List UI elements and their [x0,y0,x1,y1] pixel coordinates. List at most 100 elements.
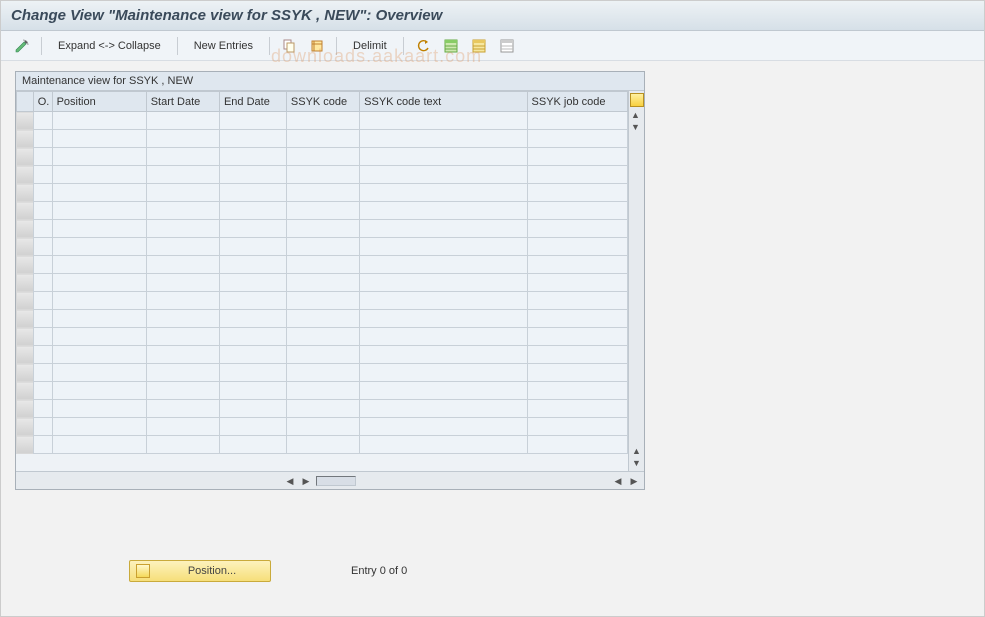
cell[interactable] [286,328,359,346]
cell[interactable] [33,418,52,436]
row-selector[interactable] [17,256,34,274]
cell[interactable] [146,364,219,382]
new-entries-button[interactable]: New Entries [186,37,261,55]
cell[interactable] [286,382,359,400]
cell[interactable] [52,112,146,130]
cell[interactable] [52,436,146,454]
table-row[interactable] [17,148,628,166]
cell[interactable] [52,220,146,238]
row-selector[interactable] [17,166,34,184]
cell[interactable] [360,364,527,382]
cell[interactable] [219,148,286,166]
cell[interactable] [360,202,527,220]
cell[interactable] [219,400,286,418]
cell[interactable] [527,328,627,346]
cell[interactable] [146,166,219,184]
expand-collapse-button[interactable]: Expand <-> Collapse [50,37,169,55]
row-selector[interactable] [17,364,34,382]
deselect-all-icon[interactable] [496,36,518,56]
cell[interactable] [33,364,52,382]
cell[interactable] [33,112,52,130]
cell[interactable] [146,436,219,454]
cell[interactable] [219,328,286,346]
table-row[interactable] [17,274,628,292]
cell[interactable] [360,436,527,454]
cell[interactable] [33,382,52,400]
cell[interactable] [33,310,52,328]
scroll-up-icon[interactable]: ▲ [630,109,642,121]
cell[interactable] [286,166,359,184]
scroll-right-icon[interactable]: ▶ [300,475,312,487]
table-row[interactable] [17,202,628,220]
cell[interactable] [286,418,359,436]
table-row[interactable] [17,382,628,400]
cell[interactable] [360,346,527,364]
row-selector[interactable] [17,112,34,130]
cell[interactable] [286,238,359,256]
cell[interactable] [360,238,527,256]
table-row[interactable] [17,184,628,202]
cell[interactable] [219,202,286,220]
delimit-button[interactable]: Delimit [345,37,395,55]
horizontal-scrollbar[interactable]: ◀ ▶ ◀ ▶ [16,471,644,489]
cell[interactable] [33,148,52,166]
cell[interactable] [527,130,627,148]
table-row[interactable] [17,238,628,256]
cell[interactable] [219,112,286,130]
cell[interactable] [527,418,627,436]
cell[interactable] [146,148,219,166]
cell[interactable] [219,184,286,202]
cell[interactable] [219,310,286,328]
col-header-ssyk-code-text[interactable]: SSYK code text [360,92,527,112]
cell[interactable] [33,328,52,346]
cell[interactable] [52,418,146,436]
row-selector[interactable] [17,274,34,292]
row-selector[interactable] [17,382,34,400]
cell[interactable] [52,274,146,292]
cell[interactable] [219,238,286,256]
cell[interactable] [527,274,627,292]
cell[interactable] [146,346,219,364]
cell[interactable] [360,274,527,292]
table-settings-icon[interactable] [630,93,644,107]
cell[interactable] [527,202,627,220]
col-header-o[interactable]: O. [33,92,52,112]
cell[interactable] [360,418,527,436]
copy-as-icon[interactable] [278,36,300,56]
table-row[interactable] [17,310,628,328]
cell[interactable] [52,238,146,256]
cell[interactable] [52,364,146,382]
delete-icon[interactable] [306,36,328,56]
cell[interactable] [52,148,146,166]
cell[interactable] [286,256,359,274]
cell[interactable] [219,346,286,364]
row-selector-header[interactable] [17,92,34,112]
cell[interactable] [527,382,627,400]
select-all-icon[interactable] [440,36,462,56]
scroll-up-icon[interactable]: ▲ [631,445,643,457]
select-block-icon[interactable] [468,36,490,56]
cell[interactable] [360,400,527,418]
table-row[interactable] [17,166,628,184]
table-row[interactable] [17,130,628,148]
col-header-ssyk-code[interactable]: SSYK code [286,92,359,112]
cell[interactable] [286,292,359,310]
scroll-right-icon[interactable]: ▶ [628,475,640,487]
cell[interactable] [52,130,146,148]
cell[interactable] [33,166,52,184]
cell[interactable] [146,274,219,292]
row-selector[interactable] [17,436,34,454]
cell[interactable] [360,148,527,166]
row-selector[interactable] [17,184,34,202]
cell[interactable] [33,202,52,220]
cell[interactable] [146,112,219,130]
cell[interactable] [146,382,219,400]
table-row[interactable] [17,328,628,346]
cell[interactable] [527,148,627,166]
cell[interactable] [33,238,52,256]
cell[interactable] [33,400,52,418]
cell[interactable] [146,256,219,274]
cell[interactable] [52,346,146,364]
table-row[interactable] [17,112,628,130]
cell[interactable] [360,328,527,346]
